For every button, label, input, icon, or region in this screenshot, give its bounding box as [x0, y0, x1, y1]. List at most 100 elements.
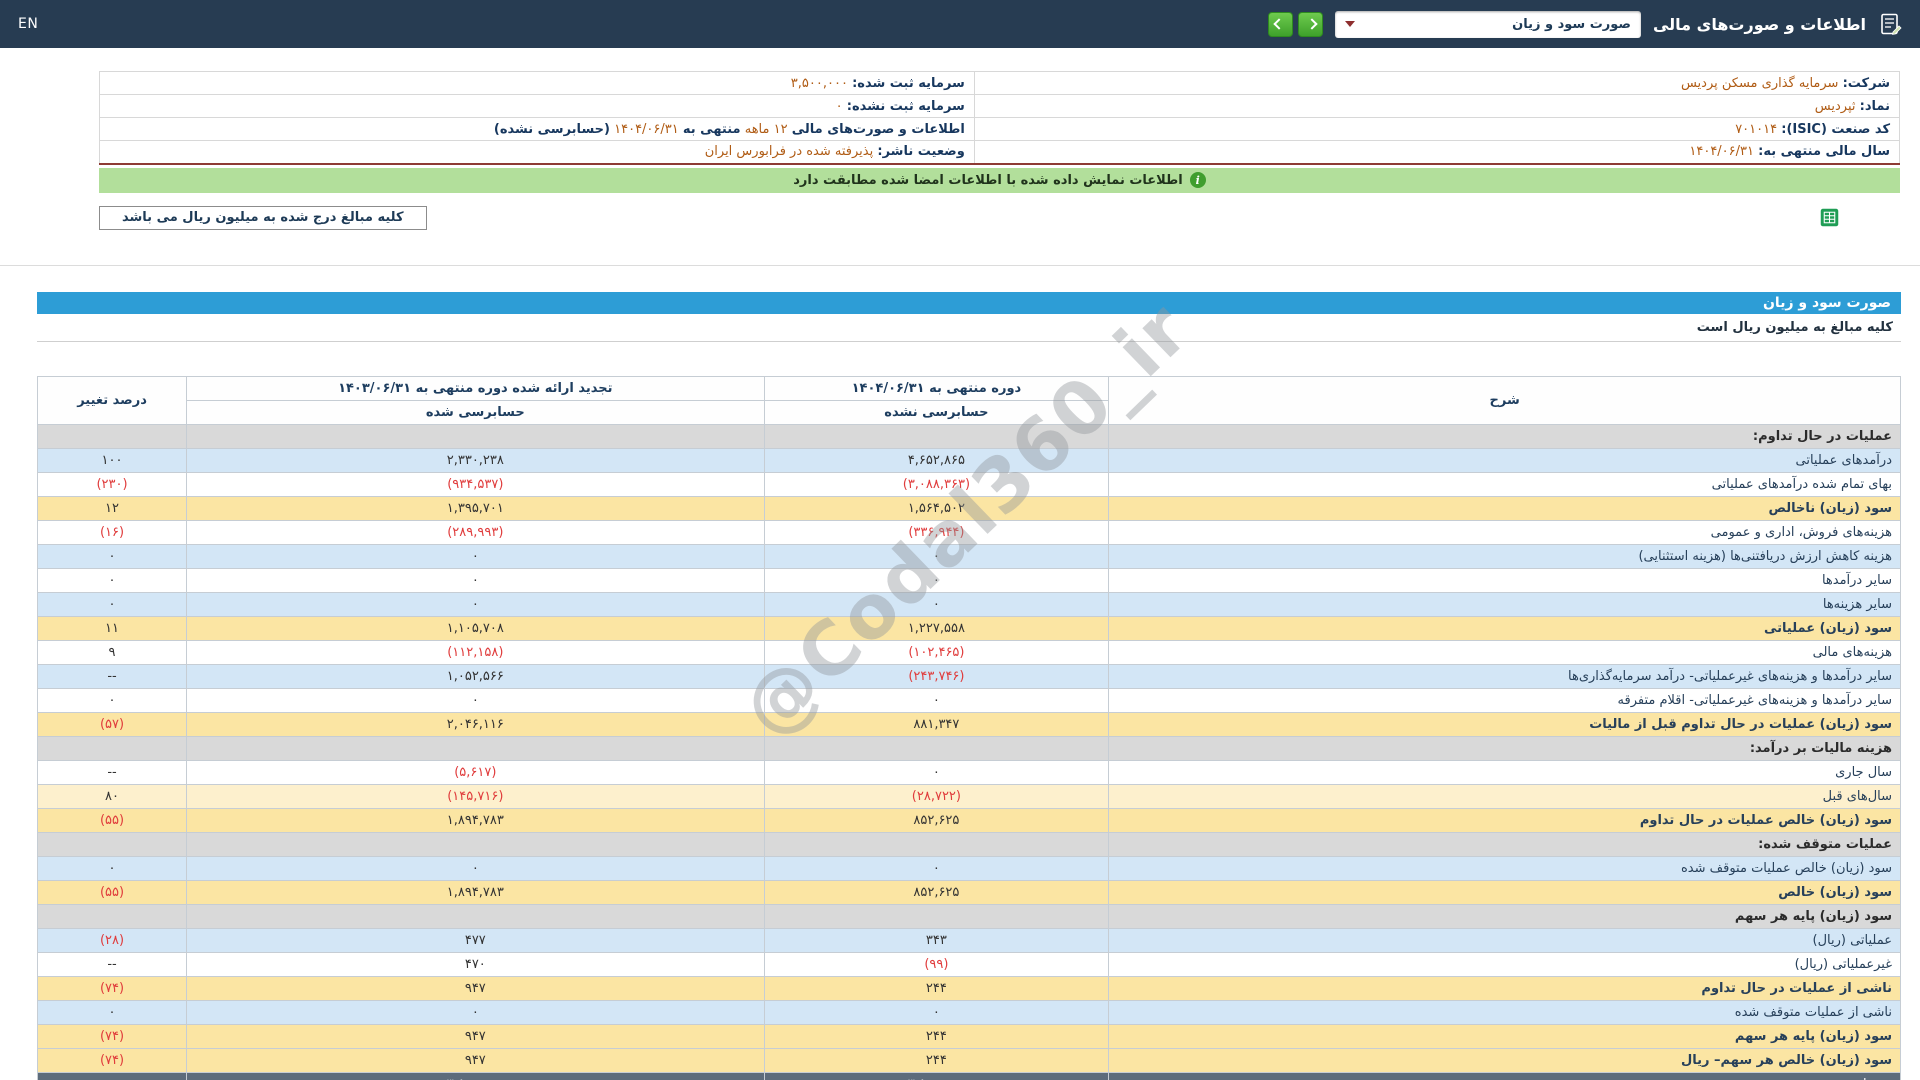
- period-middle: منتهی به: [682, 121, 741, 137]
- isic-field: کد صنعت (ISIC): ۷۰۱۰۱۴: [973, 117, 1901, 141]
- row-percent-change: [36, 423, 188, 449]
- col-header-prior-period: تجدید ارائه شده دوره منتهی به ۱۴۰۳/۰۶/۳۱: [186, 375, 765, 401]
- row-value-prior: ۴۷۷: [186, 927, 765, 953]
- company-name: سرمایه گذاری مسکن پردیس: [1680, 75, 1839, 91]
- row-percent-change: (۵۷): [36, 711, 188, 737]
- row-value-prior: (۲۸۹,۹۹۳): [186, 519, 765, 545]
- statement-row: سود (زیان) پایه هر سهم ۲۴۴ ۹۴۷ (۷۴): [36, 1023, 1901, 1049]
- statement-row: سال‌های قبل (۲۸,۷۲۲) (۱۴۵,۷۱۶) ۸۰: [36, 783, 1901, 809]
- row-percent-change: [36, 735, 188, 761]
- unregistered-capital-label: سرمایه ثبت نشده:: [846, 98, 965, 114]
- statement-row: سود (زیان) خالص عملیات متوقف شده ۰ ۰ ۰: [36, 855, 1901, 881]
- row-value-prior: ۰: [186, 567, 765, 593]
- registered-capital-label: سرمایه ثبت شده:: [852, 75, 965, 91]
- row-percent-change: [36, 903, 188, 929]
- row-value-prior: ۰: [186, 591, 765, 617]
- fiscal-year-field: سال مالی منتهی به: ۱۴۰۴/۰۶/۳۱: [973, 140, 1901, 164]
- row-value-prior: (۵,۶۱۷): [186, 759, 765, 785]
- statement-subtitle: کلیه مبالغ به میلیون ریال است: [37, 314, 1901, 342]
- fiscal-year-value: ۱۴۰۴/۰۶/۳۱: [1689, 144, 1754, 160]
- income-statement-table: شرح دوره منتهی به ۱۴۰۴/۰۶/۳۱ تجدید ارائه…: [36, 375, 1901, 1080]
- row-label: عملیات متوقف شده:: [1108, 831, 1901, 857]
- statement-row: سود (زیان) ناخالص ۱,۵۶۴,۵۰۲ ۱,۳۹۵,۷۰۱ ۱۲: [36, 495, 1901, 521]
- statement-row: سود (زیان) عملیات در حال تداوم قبل از ما…: [36, 711, 1901, 737]
- row-value-current: (۳۳۶,۹۴۴): [763, 519, 1110, 545]
- codal360-page: { "navbar": { "en": "EN", "section_title…: [0, 0, 1920, 1080]
- financial-statements-icon[interactable]: [1878, 12, 1902, 36]
- excel-export-icon[interactable]: [1819, 207, 1840, 228]
- period-info-field: اطلاعات و صورت‌های مالی ۱۲ ماهه منتهی به…: [99, 117, 975, 141]
- statement-row: سایر درآمدها ۰ ۰ ۰: [36, 567, 1901, 593]
- row-label: سود (زیان) خالص: [1108, 879, 1901, 905]
- row-value-current: ۰: [763, 855, 1110, 881]
- row-label: سایر درآمدها و هزینه‌های غیرعملیاتی- اقل…: [1108, 687, 1901, 713]
- row-value-prior: ۲,۳۳۰,۲۳۸: [186, 447, 765, 473]
- row-value-prior: ۰: [186, 999, 765, 1025]
- row-label: سایر هزینه‌ها: [1108, 591, 1901, 617]
- row-label: سرمایه: [1108, 1071, 1901, 1080]
- row-value-current: [763, 831, 1110, 857]
- row-percent-change: (۱۶): [36, 519, 188, 545]
- row-label: سود (زیان) عملیات در حال تداوم قبل از ما…: [1108, 711, 1901, 737]
- row-value-prior: ۲,۰۴۶,۱۱۶: [186, 711, 765, 737]
- row-value-prior: ۱,۰۵۲,۵۶۶: [186, 663, 765, 689]
- row-percent-change: --: [36, 663, 188, 689]
- info-icon: i: [1189, 172, 1206, 188]
- statement-table-header: شرح دوره منتهی به ۱۴۰۴/۰۶/۳۱ تجدید ارائه…: [36, 375, 1901, 425]
- signed-info-text: اطلاعات نمایش داده شده با اطلاعات امضا ش…: [793, 172, 1183, 188]
- row-label: سال‌های قبل: [1108, 783, 1901, 809]
- top-navbar: اطلاعات و صورت‌های مالی صورت سود و زیان …: [0, 0, 1920, 48]
- prev-statement-button[interactable]: [1267, 11, 1293, 37]
- row-label: هزینه‌های مالی: [1108, 639, 1901, 665]
- row-label: عملیاتی (ریال): [1108, 927, 1901, 953]
- row-value-current: ۲۴۴: [763, 1023, 1110, 1049]
- row-value-prior: ۰: [186, 855, 765, 881]
- statement-row: عملیاتی (ریال) ۳۴۳ ۴۷۷ (۲۸): [36, 927, 1901, 953]
- statement-table-body: عملیات در حال تداوم: درآمدهای عملیاتی ۴,…: [36, 423, 1901, 1080]
- row-value-prior: [186, 423, 765, 449]
- row-value-prior: ۱,۸۹۴,۷۸۳: [186, 879, 765, 905]
- row-value-current: ۰: [763, 687, 1110, 713]
- isic-value: ۷۰۱۰۱۴: [1735, 121, 1778, 137]
- statement-type-select[interactable]: صورت سود و زیان: [1334, 10, 1641, 38]
- statement-row: هزینه مالیات بر درآمد:: [36, 735, 1901, 761]
- registered-capital-field: سرمایه ثبت شده: ۳,۵۰۰,۰۰۰: [99, 71, 975, 95]
- row-value-current: ۰: [763, 567, 1110, 593]
- row-value-current: ۰: [763, 999, 1110, 1025]
- row-value-current: [763, 423, 1110, 449]
- company-label: شرکت:: [1842, 75, 1890, 91]
- row-percent-change: (۷۴): [36, 1023, 188, 1049]
- statement-row: سایر هزینه‌ها ۰ ۰ ۰: [36, 591, 1901, 617]
- unregistered-capital-value: ۰: [835, 98, 843, 114]
- language-switch-en[interactable]: EN: [18, 16, 38, 32]
- row-label: سایر درآمدها: [1108, 567, 1901, 593]
- row-value-prior: ۹۴۷: [186, 1023, 765, 1049]
- row-value-current: (۱۰۲,۴۶۵): [763, 639, 1110, 665]
- statement-row: سود (زیان) خالص ۸۵۲,۶۲۵ ۱,۸۹۴,۷۸۳ (۵۵): [36, 879, 1901, 905]
- registered-capital-value: ۳,۵۰۰,۰۰۰: [790, 75, 848, 91]
- row-value-current: ۳,۵۰۰,۰۰۰: [763, 1071, 1110, 1080]
- statement-row: سود (زیان) خالص عملیات در حال تداوم ۸۵۲,…: [36, 807, 1901, 833]
- row-label: عملیات در حال تداوم:: [1108, 423, 1901, 449]
- row-percent-change: ۰: [36, 999, 188, 1025]
- row-value-prior: [186, 903, 765, 929]
- statement-title-bar: صورت سود و زیان: [37, 291, 1901, 314]
- publisher-status-value: پذیرفته شده در فرابورس ایران: [704, 144, 874, 160]
- statement-row: عملیات متوقف شده:: [36, 831, 1901, 857]
- row-value-current: ۱,۲۲۷,۵۵۸: [763, 615, 1110, 641]
- row-percent-change: (۲۸): [36, 927, 188, 953]
- row-percent-change: --: [36, 951, 188, 977]
- row-percent-change: (۷۴): [36, 975, 188, 1001]
- next-statement-button[interactable]: [1297, 11, 1323, 37]
- row-label: سود (زیان) خالص هر سهم– ریال: [1108, 1047, 1901, 1073]
- fiscal-year-label: سال مالی منتهی به:: [1758, 144, 1890, 160]
- row-percent-change: (۷۴): [36, 1047, 188, 1073]
- row-label: سود (زیان) خالص عملیات در حال تداوم: [1108, 807, 1901, 833]
- row-percent-change: (۵۵): [36, 807, 188, 833]
- statement-row: سایر درآمدها و هزینه‌های غیرعملیاتی- درآ…: [36, 663, 1901, 689]
- statement-row: سود (زیان) پایه هر سهم: [36, 903, 1901, 929]
- period-date: ۱۴۰۴/۰۶/۳۱: [614, 121, 679, 137]
- row-value-current: ۱,۵۶۴,۵۰۲: [763, 495, 1110, 521]
- row-value-current: ۸۵۲,۶۲۵: [763, 807, 1110, 833]
- row-value-current: ۰: [763, 543, 1110, 569]
